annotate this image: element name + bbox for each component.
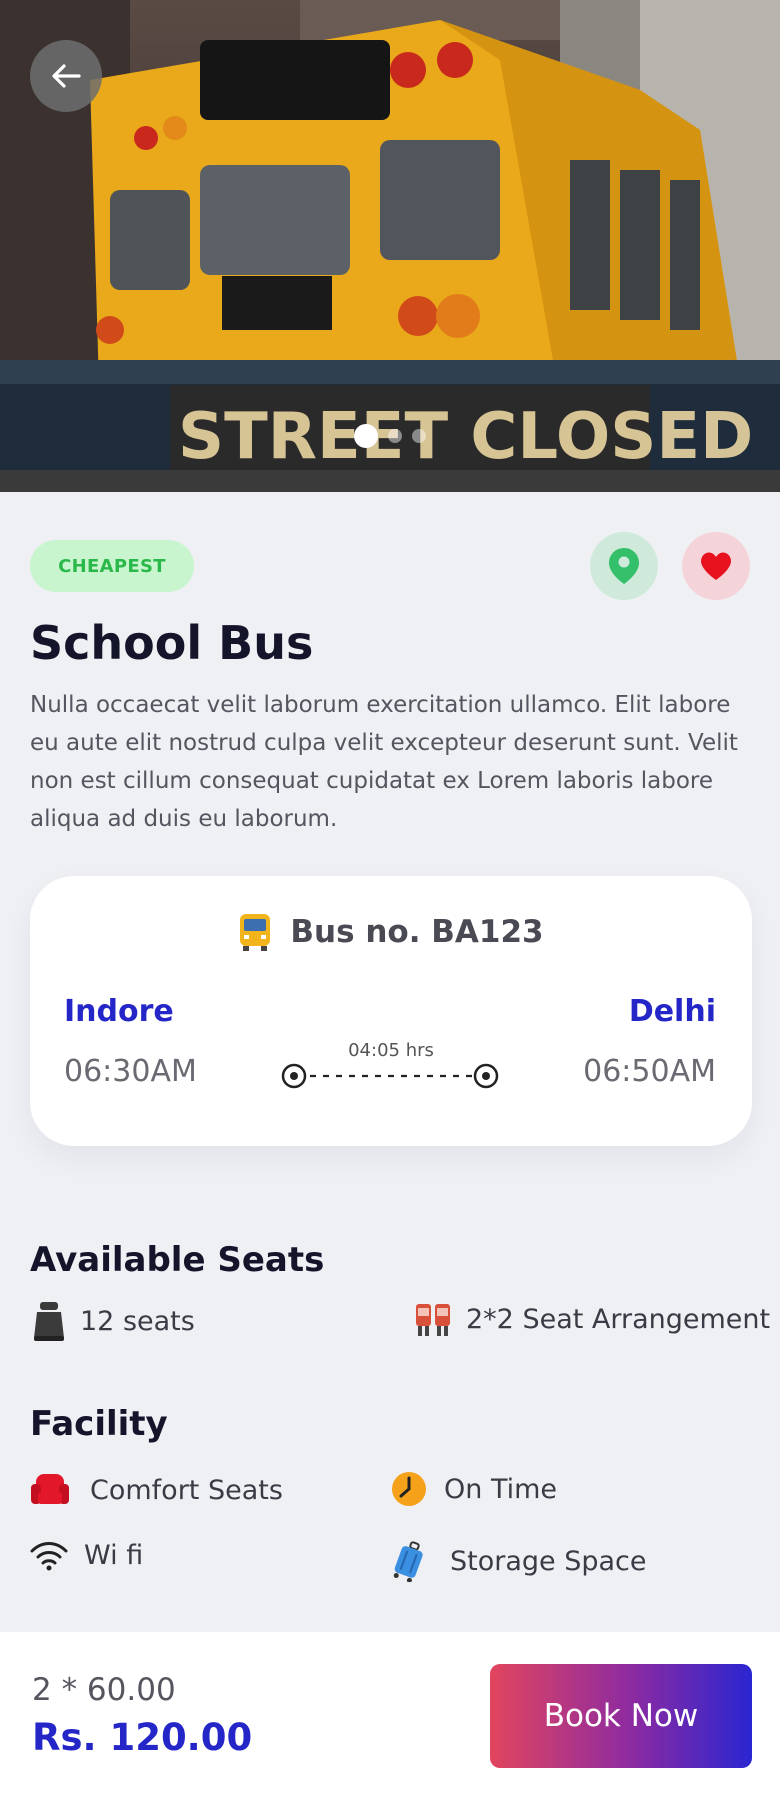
seat-count-label: 12 seats xyxy=(80,1305,195,1337)
seat-arrangement-icon xyxy=(416,1304,450,1336)
route-line: 04:05 hrs xyxy=(280,1040,502,1090)
facility-label: Storage Space xyxy=(450,1545,647,1577)
facility-label: Wi fi xyxy=(84,1540,144,1571)
arrive-time: 06:50AM xyxy=(583,1054,716,1089)
from-city: Indore xyxy=(64,994,174,1029)
facility-label: Comfort Seats xyxy=(90,1474,283,1506)
total-price: Rs. 120.00 xyxy=(32,1716,253,1759)
back-button[interactable] xyxy=(30,40,102,112)
bus-icon xyxy=(240,914,271,951)
facility-item: Wi fi xyxy=(30,1540,143,1571)
map-pin-icon xyxy=(609,548,639,584)
seat-arrangement-label: 2*2 Seat Arrangement xyxy=(466,1303,771,1335)
wifi-icon xyxy=(30,1541,68,1570)
facility-item: Storage Space xyxy=(392,1540,647,1582)
favorite-button[interactable] xyxy=(682,532,750,600)
armchair-icon xyxy=(31,1474,69,1504)
facility-item: Comfort Seats xyxy=(30,1470,283,1510)
school-bus-photo: STREET CLOSED xyxy=(0,0,780,492)
carousel-dot[interactable] xyxy=(354,424,378,448)
bottom-bar: 2 * 60.00 Rs. 120.00 Book Now xyxy=(0,1632,780,1802)
cheapest-badge: CHEAPEST xyxy=(30,540,194,592)
depart-time: 06:30AM xyxy=(64,1054,197,1089)
book-now-button[interactable]: Book Now xyxy=(490,1664,752,1768)
to-city: Delhi xyxy=(628,994,716,1029)
carousel-indicator xyxy=(0,424,780,448)
bus-number: Bus no. BA123 xyxy=(290,914,544,950)
available-seats-heading: Available Seats xyxy=(30,1240,325,1280)
bus-number-row: Bus no. BA123 xyxy=(30,912,752,952)
facility-label: On Time xyxy=(444,1473,558,1505)
seat-arrangement: 2*2 Seat Arrangement xyxy=(414,1300,770,1338)
route-icon xyxy=(281,1063,499,1089)
arrow-left-icon xyxy=(52,64,81,88)
carousel-dot[interactable] xyxy=(412,429,426,443)
facility-heading: Facility xyxy=(30,1404,168,1444)
clock-icon xyxy=(392,1472,426,1506)
carousel-dot[interactable] xyxy=(388,429,402,443)
heart-icon xyxy=(701,552,731,580)
hero-image: STREET CLOSED xyxy=(0,0,780,492)
seat-icon xyxy=(34,1302,64,1341)
facility-item: On Time xyxy=(390,1470,557,1508)
page-title: School Bus xyxy=(30,616,314,670)
luggage-icon xyxy=(393,1541,423,1582)
location-button[interactable] xyxy=(590,532,658,600)
description: Nulla occaecat velit laborum exercitatio… xyxy=(30,692,738,832)
price-calculation: 2 * 60.00 xyxy=(32,1672,176,1708)
seat-count: 12 seats xyxy=(32,1300,195,1342)
trip-card: Bus no. BA123 Indore Delhi 06:30AM 06:50… xyxy=(30,876,752,1146)
